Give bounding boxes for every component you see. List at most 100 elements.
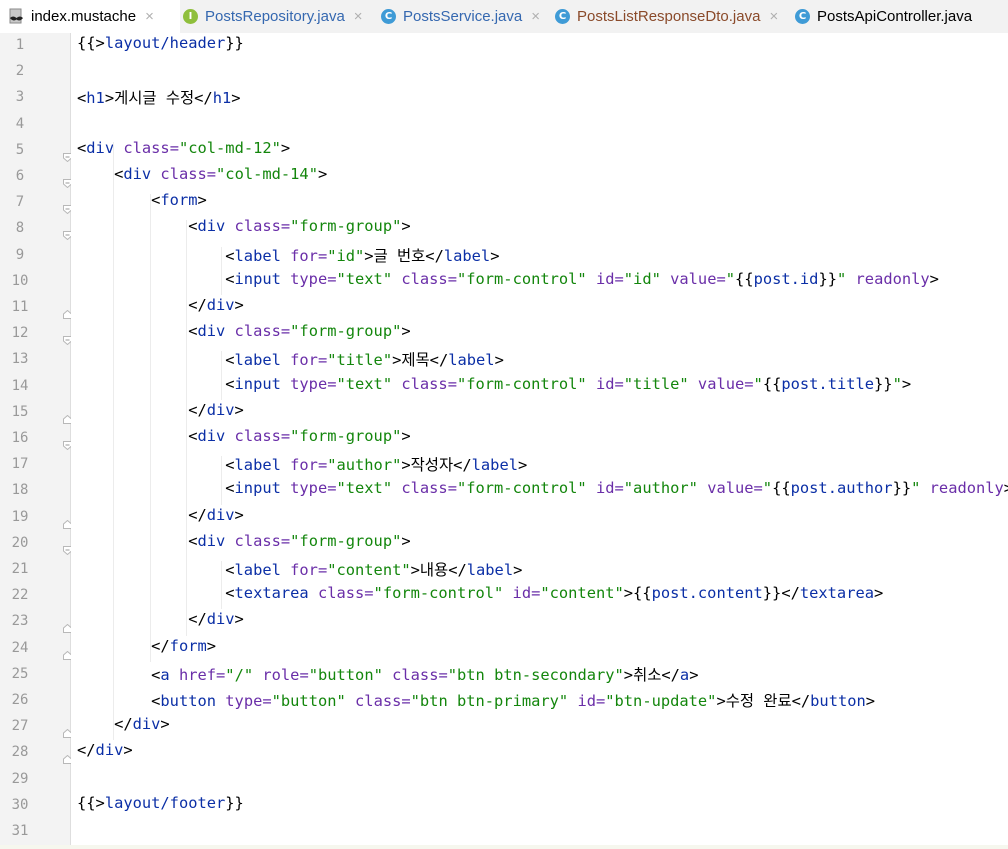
code-token: <: [77, 351, 235, 370]
close-tab-icon[interactable]: ×: [145, 8, 154, 25]
code-token: label: [234, 246, 291, 265]
line-number: 16: [11, 430, 29, 446]
code-token: }}: [225, 34, 244, 52]
line-number: 4: [15, 115, 25, 132]
close-tab-icon[interactable]: ×: [769, 8, 778, 25]
code-token: >: [689, 665, 699, 684]
code-token: for=: [290, 561, 328, 579]
code-token: type=: [290, 269, 337, 288]
code-token: ": [892, 374, 902, 393]
code-token: class=: [234, 217, 291, 236]
line-number: 3: [15, 89, 25, 106]
code-token: <: [77, 479, 235, 498]
code-token: <: [77, 456, 235, 475]
code-token: >: [234, 505, 244, 524]
line-number: 2: [15, 63, 25, 80]
code-token: <: [77, 531, 198, 550]
code-token: }}: [818, 269, 837, 288]
code-token: <: [77, 665, 161, 684]
code-token: "text": [336, 479, 402, 498]
tab-label: PostsApiController.java: [817, 8, 973, 25]
code-token: label: [234, 456, 291, 475]
code-token: {{>: [77, 793, 105, 812]
code-token: div: [197, 217, 235, 236]
code-token: value=: [670, 269, 726, 288]
code-token: </: [77, 715, 133, 734]
line-number: 11: [11, 299, 29, 315]
code-line: <div class="col-md-14">: [77, 165, 327, 183]
line-number: 27: [11, 718, 29, 735]
close-tab-icon[interactable]: ×: [354, 8, 363, 25]
line-number: 19: [11, 508, 29, 525]
code-token: class=: [160, 165, 217, 183]
code-token: class=: [401, 479, 457, 498]
code-token: type=: [225, 692, 272, 710]
code-token: >내용</: [410, 561, 467, 579]
line-number: 12: [11, 325, 29, 342]
line-number: 10: [11, 272, 29, 289]
code-token: {{: [772, 479, 791, 498]
code-token: input: [234, 269, 291, 288]
code-line: <div class="form-group">: [77, 217, 410, 236]
code-token: </: [77, 400, 207, 419]
indent-guide: [150, 194, 151, 662]
line-number: 7: [15, 194, 25, 211]
code-token: <: [77, 89, 87, 108]
code-token: class=: [234, 427, 291, 445]
tab-postslistresponsedto-java[interactable]: C PostsListResponseDto.java ×: [546, 0, 794, 33]
line-number: 6: [15, 168, 25, 184]
code-line: {{>layout/footer}}: [77, 794, 244, 812]
code-token: "btn btn-secondary": [447, 665, 624, 684]
mustache-file-icon: [8, 8, 25, 25]
code-line: <div class="form-group">: [77, 427, 410, 445]
code-token: id=: [512, 584, 541, 603]
code-line: </div>: [77, 506, 244, 524]
line-number: 29: [11, 770, 29, 787]
code-line: </form>: [77, 637, 216, 655]
editor-tab-bar: index.mustache × I PostsRepository.java × C Po…: [0, 0, 1008, 34]
code-token: readonly: [855, 269, 930, 288]
line-number: 5: [15, 141, 25, 158]
code-line: <input type="text" class="form-control" …: [77, 479, 1008, 497]
close-tab-icon[interactable]: ×: [531, 8, 540, 25]
interface-icon: I: [182, 8, 199, 25]
code-token: div: [132, 715, 161, 734]
code-token: >제목</: [392, 351, 449, 370]
code-token: post.content: [651, 584, 763, 603]
code-token: }}: [225, 793, 244, 812]
code-token: label: [234, 351, 291, 370]
code-token: >: [513, 561, 523, 579]
code-line: {{>layout/header}}: [77, 34, 244, 52]
code-token: </: [77, 296, 207, 314]
code-token: label: [443, 246, 491, 265]
code-token: class=: [401, 269, 457, 288]
code-line: <label for="content">내용</label>: [77, 558, 522, 580]
line-number: 17: [11, 456, 29, 473]
tab-postsservice-java[interactable]: C PostsService.java ×: [372, 0, 554, 33]
code-token: for=: [290, 351, 328, 370]
code-token: <: [77, 427, 198, 445]
code-token: div: [197, 322, 235, 341]
code-token: ": [911, 479, 930, 498]
code-token: <: [77, 138, 87, 157]
code-token: post.title: [781, 374, 875, 393]
code-token: for=: [290, 246, 328, 265]
code-editor[interactable]: {{>layout/header}} <h1>게시글 수정</h1> <div cl…: [71, 33, 1008, 849]
code-token: "author": [623, 479, 708, 498]
code-token: "form-control": [456, 374, 596, 393]
code-line: <label for="author">작성자</label>: [77, 453, 527, 475]
tab-label: index.mustache: [31, 8, 137, 25]
code-token: div: [206, 296, 235, 314]
code-line: <div class="col-md-12">: [77, 139, 290, 157]
code-token: "author": [327, 456, 402, 475]
code-token: a: [679, 665, 690, 684]
tab-postsrepository-java[interactable]: I PostsRepository.java ×: [174, 0, 380, 33]
code-token: layout/header: [104, 34, 226, 52]
indent-guide: [221, 456, 222, 505]
code-token: <: [77, 217, 198, 236]
tab-index-mustache[interactable]: index.mustache ×: [0, 0, 180, 33]
code-token: >작성자</: [401, 456, 472, 475]
line-number: 9: [15, 246, 25, 263]
tab-postsapicontroller-java[interactable]: C PostsApiController.java: [786, 0, 1008, 33]
code-token: >: [517, 456, 528, 475]
